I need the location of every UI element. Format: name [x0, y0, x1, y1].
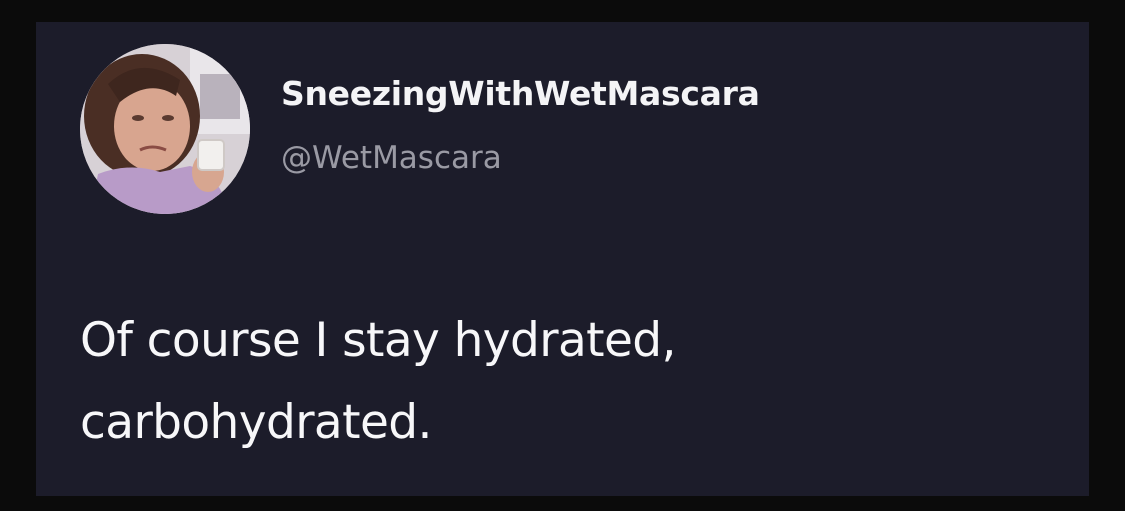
screenshot-frame: SneezingWithWetMascara @WetMascara Of co…	[0, 0, 1125, 511]
username-handle[interactable]: @WetMascara	[281, 140, 502, 176]
avatar-photo	[80, 44, 250, 214]
avatar[interactable]	[80, 44, 250, 214]
tweet-text-line: carbohydrated.	[80, 395, 432, 450]
tweet-text-line: Of course I stay hydrated,	[80, 313, 676, 368]
tweet-text: Of course I stay hydrated, carbohydrated…	[80, 300, 1060, 464]
display-name[interactable]: SneezingWithWetMascara	[281, 74, 760, 113]
tweet-card: SneezingWithWetMascara @WetMascara Of co…	[36, 22, 1089, 496]
